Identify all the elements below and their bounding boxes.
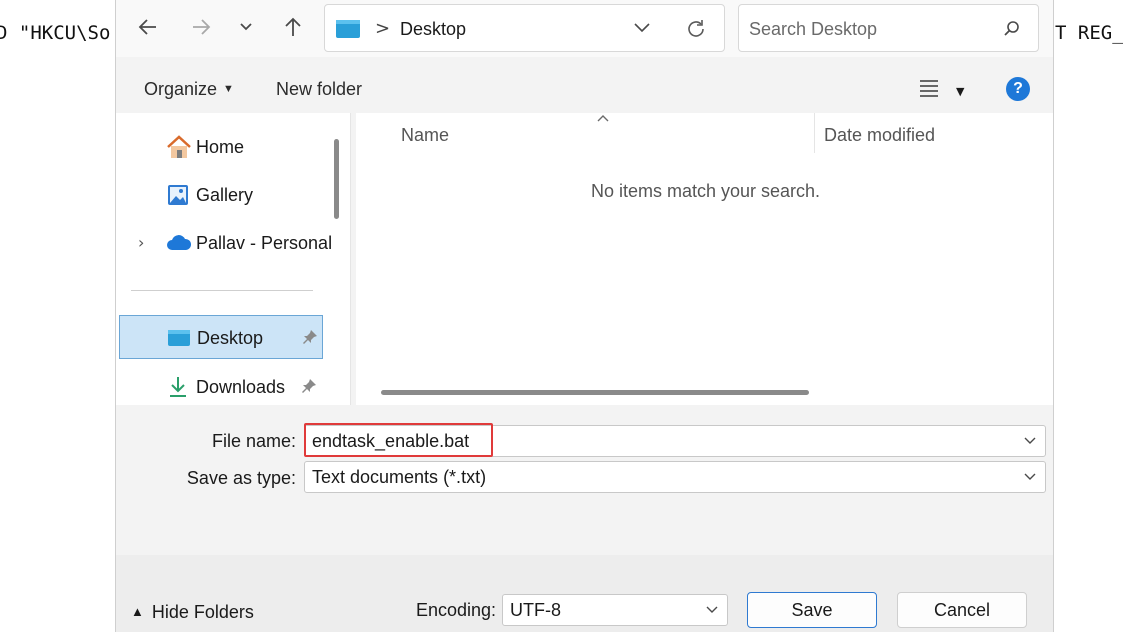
search-icon[interactable] <box>1003 20 1021 38</box>
home-icon <box>167 135 191 158</box>
address-bar[interactable]: > Desktop <box>324 4 725 52</box>
background-terminal-text-right: T REG_ <box>1055 22 1123 44</box>
organize-button[interactable]: Organize ▼ <box>144 79 234 100</box>
nav-item-desktop[interactable]: Desktop <box>119 315 323 359</box>
nav-item-onedrive[interactable]: › Pallav - Personal <box>119 221 332 265</box>
save-as-type-value: Text documents (*.txt) <box>312 467 487 487</box>
encoding-value: UTF-8 <box>510 600 561 620</box>
column-divider[interactable] <box>814 113 815 153</box>
pin-icon[interactable] <box>301 378 317 394</box>
up-button[interactable] <box>276 10 310 44</box>
nav-separator <box>131 290 313 291</box>
refresh-icon[interactable] <box>685 18 707 40</box>
background-terminal-text-left: D "HKCU\So <box>0 22 111 44</box>
chevron-right-icon[interactable]: › <box>138 233 144 252</box>
breadcrumb-separator: > <box>375 18 391 39</box>
file-list: Name Date modified No items match your s… <box>356 113 1053 405</box>
recent-locations-button[interactable] <box>229 10 263 44</box>
forward-button[interactable] <box>184 10 218 44</box>
desktop-folder-icon <box>336 20 360 38</box>
nav-item-home[interactable]: Home <box>119 125 323 169</box>
empty-state-message: No items match your search. <box>590 181 821 201</box>
new-folder-button[interactable]: New folder <box>276 79 362 100</box>
onedrive-cloud-icon <box>167 235 192 250</box>
download-arrow-icon <box>170 377 186 397</box>
chevron-down-icon[interactable] <box>705 605 719 615</box>
desktop-folder-icon <box>168 330 190 346</box>
arrow-right-icon <box>193 19 211 35</box>
encoding-select[interactable]: UTF-8 <box>502 594 728 626</box>
navigation-pane: Home Gallery › Pallav - Personal Desktop… <box>116 113 351 405</box>
nav-item-label: Gallery <box>196 185 254 205</box>
save-as-type-label: Save as type: <box>186 468 296 488</box>
gallery-icon <box>168 185 188 205</box>
caret-down-icon: ▼ <box>223 83 234 95</box>
search-box[interactable] <box>738 4 1039 52</box>
file-name-label: File name: <box>211 431 296 451</box>
encoding-label: Encoding: <box>415 600 496 620</box>
chevron-down-icon[interactable] <box>633 21 651 35</box>
save-as-type-select[interactable]: Text documents (*.txt) <box>304 461 1046 493</box>
nav-item-label: Home <box>196 137 245 157</box>
column-header-name[interactable]: Name <box>401 125 449 146</box>
command-bar: Organize ▼ New folder ▼ ? <box>116 65 1053 113</box>
nav-item-label: Downloads <box>196 377 286 397</box>
hide-folders-button[interactable]: ▲ Hide Folders <box>131 602 254 623</box>
nav-item-downloads[interactable]: Downloads <box>119 365 323 409</box>
view-options-icon[interactable] <box>919 79 939 97</box>
chevron-down-icon[interactable] <box>1023 436 1037 446</box>
hide-folders-label: Hide Folders <box>151 602 254 622</box>
back-button[interactable] <box>131 10 165 44</box>
file-name-highlight-box <box>304 423 493 457</box>
save-as-dialog: > Desktop Organize ▼ New folder ▼ ? <box>115 0 1054 632</box>
arrow-up-icon <box>285 17 301 36</box>
pin-icon[interactable] <box>302 329 318 345</box>
nav-item-label: Desktop <box>197 328 264 348</box>
chevron-down-icon <box>240 23 252 31</box>
arrow-left-icon <box>138 19 156 35</box>
caret-down-icon[interactable]: ▼ <box>956 85 964 98</box>
save-button[interactable]: Save <box>747 592 877 628</box>
chevron-up-icon: ▲ <box>131 604 144 619</box>
sort-ascending-icon <box>597 115 609 122</box>
navigation-bar: > Desktop <box>116 0 1053 57</box>
chevron-down-icon[interactable] <box>1023 472 1037 482</box>
nav-item-label: Pallav - Personal <box>196 233 333 253</box>
column-header-date-modified[interactable]: Date modified <box>824 125 935 146</box>
help-button[interactable]: ? <box>1006 77 1030 101</box>
cancel-button[interactable]: Cancel <box>897 592 1027 628</box>
nav-pane-scrollbar[interactable] <box>334 139 339 219</box>
search-input[interactable] <box>749 17 999 41</box>
nav-item-gallery[interactable]: Gallery <box>119 173 323 217</box>
file-list-horizontal-scrollbar[interactable] <box>381 390 809 395</box>
breadcrumb-desktop[interactable]: Desktop <box>400 19 466 40</box>
organize-label: Organize <box>144 79 218 99</box>
